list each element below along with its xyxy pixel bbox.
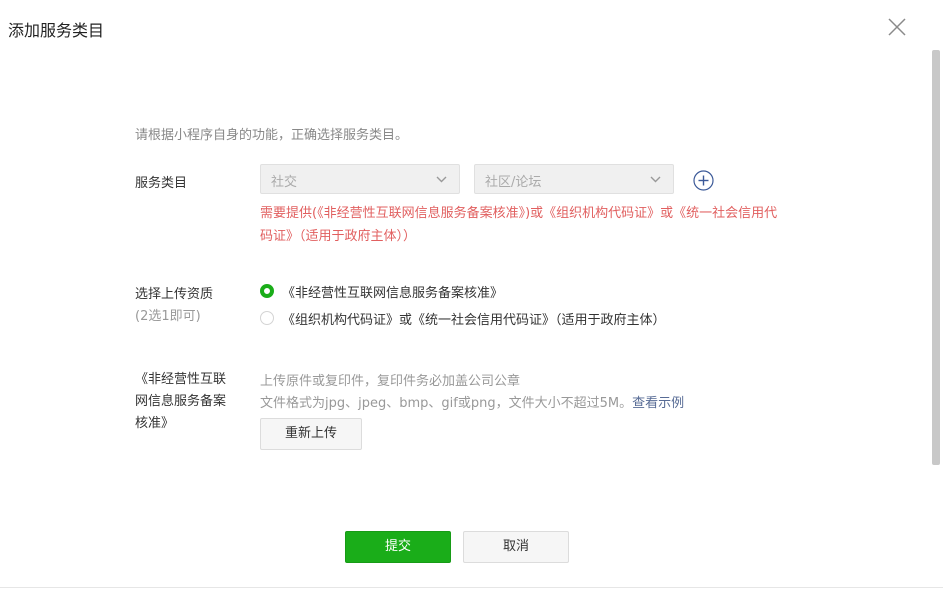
bottom-divider (0, 587, 943, 588)
secondary-category-value: 社区/论坛 (485, 175, 542, 190)
cancel-button[interactable]: 取消 (463, 531, 569, 563)
qualification-option-2[interactable]: 《组织机构代码证》或《统一社会信用代码证》（适用于政府主体） (282, 309, 666, 328)
scrollbar[interactable] (932, 50, 940, 465)
dialog-title: 添加服务类目 (8, 21, 105, 40)
secondary-category-select[interactable]: 社区/论坛 (474, 164, 674, 194)
qualification-option-1[interactable]: 《非经营性互联网信息服务备案核准》 (282, 282, 503, 301)
submit-button[interactable]: 提交 (345, 531, 451, 563)
qualification-radio-1[interactable] (260, 284, 274, 298)
view-example-link[interactable]: 查看示例 (632, 396, 684, 411)
intro-text: 请根据小程序自身的功能，正确选择服务类目。 (135, 128, 409, 143)
upload-hint-2: 文件格式为jpg、jpeg、bmp、gif或png，文件大小不超过5M。查看示例 (260, 392, 684, 411)
qualification-label: 选择上传资质 (135, 287, 214, 302)
qualification-radio-2[interactable] (260, 311, 274, 325)
primary-category-select[interactable]: 社交 (260, 164, 460, 194)
add-category-icon[interactable] (693, 170, 714, 191)
reupload-button[interactable]: 重新上传 (260, 418, 362, 450)
chevron-down-icon (436, 176, 447, 183)
upload-format-text: 文件格式为jpg、jpeg、bmp、gif或png，文件大小不超过5M。 (260, 396, 633, 411)
upload-hint-1: 上传原件或复印件，复印件务必加盖公司公章 (260, 374, 521, 389)
primary-category-value: 社交 (271, 175, 298, 190)
close-icon[interactable] (886, 16, 908, 38)
category-requirement-text: 需要提供(《非经营性互联网信息服务备案核准》)或《组织机构代码证》或《统一社会信… (260, 206, 778, 244)
upload-label: 《非经营性互联网信息服务备案核准》 (135, 372, 227, 431)
qualification-sub-label: (2选1即可) (135, 309, 201, 324)
category-label: 服务类目 (135, 176, 188, 191)
chevron-down-icon (650, 176, 661, 183)
